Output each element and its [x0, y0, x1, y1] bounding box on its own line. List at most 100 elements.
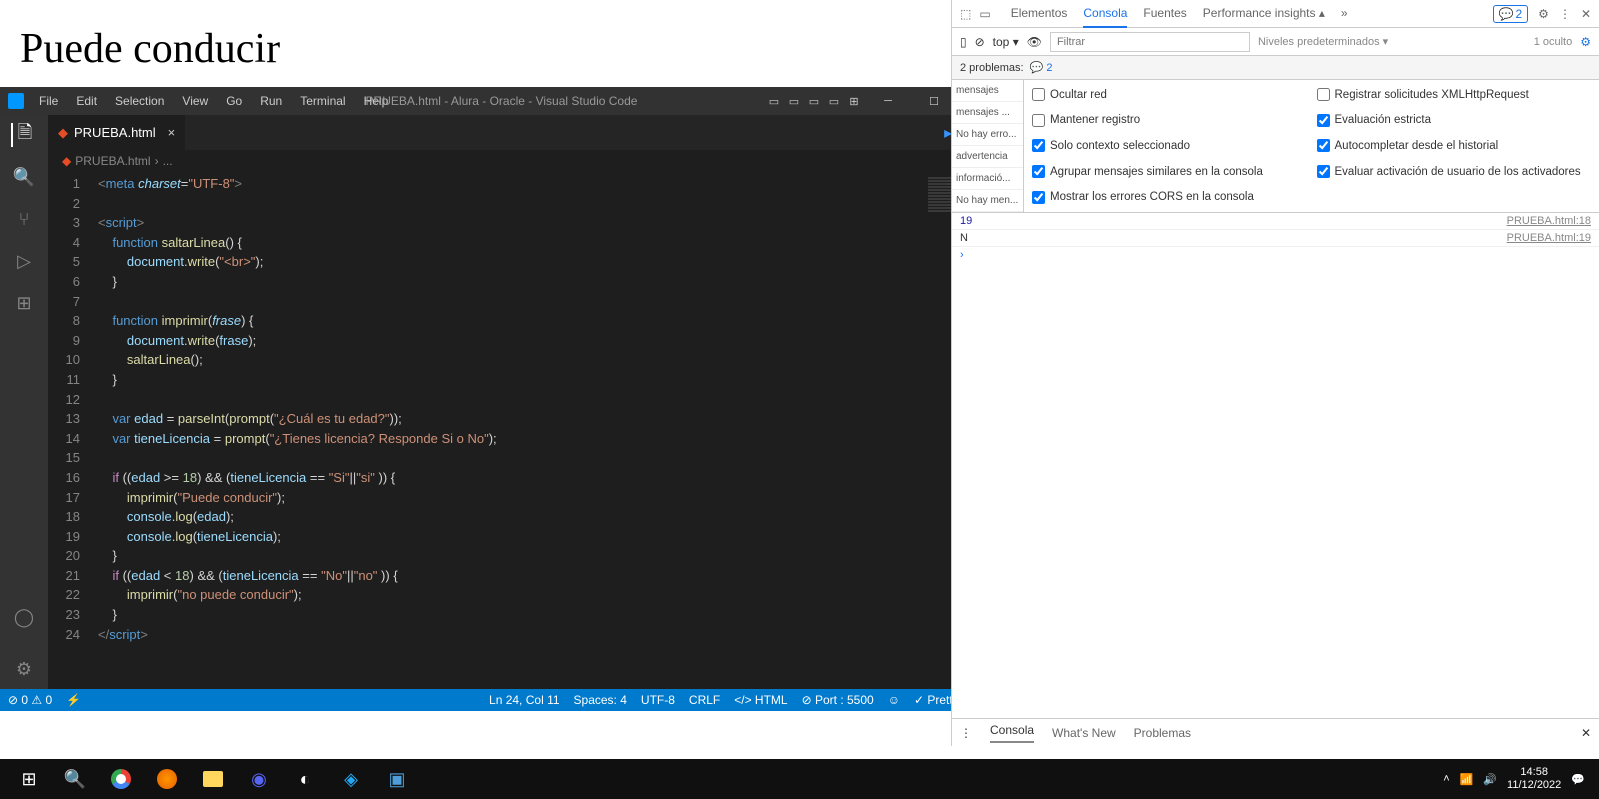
chk-autocomplete[interactable]: Autocompletar desde el historial	[1317, 135, 1592, 157]
hidden-count[interactable]: 1 oculto	[1534, 36, 1573, 48]
status-problems[interactable]: ⊘ 0 ⚠ 0	[8, 693, 52, 707]
clear-console-icon[interactable]: ⊘	[975, 35, 985, 49]
console-prompt[interactable]: ›	[952, 247, 1599, 263]
drawer-kebab-icon[interactable]: ⋮	[960, 726, 972, 740]
sidebar-item[interactable]: informació...	[952, 168, 1023, 190]
console-row: 19 PRUEBA.html:18	[952, 213, 1599, 230]
tray-notifications-icon[interactable]: 💬	[1571, 773, 1585, 786]
discord-icon[interactable]: ◉	[236, 759, 282, 799]
chk-group-similar[interactable]: Agrupar mensajes similares en la consola	[1032, 161, 1307, 183]
status-feedback-icon[interactable]: ☺	[888, 693, 900, 707]
code-editor[interactable]: 123456789101112131415161718192021222324 …	[48, 172, 1003, 689]
chk-eager-eval[interactable]: Evaluación estricta	[1317, 110, 1592, 132]
sidebar-item[interactable]: mensajes ...	[952, 102, 1023, 124]
layout-icon[interactable]: ⊞	[845, 92, 863, 110]
vscode-logo-icon	[8, 93, 24, 109]
terminal-icon[interactable]: ▣	[374, 759, 420, 799]
sidebar-item[interactable]: No hay men...	[952, 190, 1023, 212]
device-icon[interactable]: ▭	[979, 7, 990, 21]
message-count-badge[interactable]: 💬 2	[1493, 5, 1529, 23]
chk-user-activation[interactable]: Evaluar activación de usuario de los act…	[1317, 161, 1592, 183]
chk-cors-errors[interactable]: Mostrar los errores CORS en la consola	[1032, 186, 1307, 208]
firefox-icon[interactable]	[144, 759, 190, 799]
steam-icon[interactable]: ◐	[282, 759, 328, 799]
filter-input[interactable]	[1050, 32, 1250, 52]
drawer-tab-problems[interactable]: Problemas	[1134, 726, 1191, 740]
kebab-icon[interactable]: ⋮	[1559, 7, 1571, 21]
sidebar-toggle-icon[interactable]: ▯	[960, 35, 967, 49]
drawer-close-icon[interactable]: ✕	[1581, 726, 1591, 740]
settings-icon[interactable]: ⚙	[12, 657, 36, 681]
tab-elements[interactable]: Elementos	[1011, 0, 1068, 28]
status-cursor[interactable]: Ln 24, Col 11	[489, 693, 560, 707]
html-file-icon: ◆	[58, 125, 68, 141]
settings-icon[interactable]: ⚙	[1538, 7, 1549, 21]
menu-run[interactable]: Run	[253, 90, 289, 112]
tray-wifi-icon[interactable]: 📶	[1460, 773, 1474, 786]
layout-icon[interactable]: ▭	[805, 92, 823, 110]
tab-sources[interactable]: Fuentes	[1143, 0, 1186, 28]
chk-preserve-log[interactable]: Mantener registro	[1032, 110, 1307, 132]
breadcrumb[interactable]: ◆ PRUEBA.html › ...	[48, 150, 1003, 172]
console-output[interactable]: 19 PRUEBA.html:18 N PRUEBA.html:19 ›	[952, 213, 1599, 718]
status-eol[interactable]: CRLF	[689, 693, 720, 707]
console-settings-icon[interactable]: ⚙	[1580, 35, 1591, 49]
explorer-icon[interactable]	[190, 759, 236, 799]
console-settings-panel: mensajes mensajes ... No hay erro... adv…	[952, 80, 1599, 213]
menu-view[interactable]: View	[175, 90, 215, 112]
source-control-icon[interactable]: ⑂	[12, 207, 36, 231]
chrome-icon[interactable]	[98, 759, 144, 799]
vscode-icon[interactable]: ◈	[328, 759, 374, 799]
menu-file[interactable]: File	[32, 90, 65, 112]
start-button[interactable]: ⊞	[6, 759, 52, 799]
search-icon[interactable]: 🔍	[12, 165, 36, 189]
console-source-link[interactable]: PRUEBA.html:19	[1507, 232, 1591, 244]
vscode-titlebar[interactable]: File Edit Selection View Go Run Terminal…	[0, 87, 1003, 115]
console-source-link[interactable]: PRUEBA.html:18	[1507, 215, 1591, 227]
minimize-button[interactable]: ─	[865, 87, 911, 115]
drawer-tab-whatsnew[interactable]: What's New	[1052, 726, 1116, 740]
chk-log-xhr[interactable]: Registrar solicitudes XMLHttpRequest	[1317, 84, 1592, 106]
sidebar-item[interactable]: No hay erro...	[952, 124, 1023, 146]
inspect-icon[interactable]: ⬚	[960, 7, 971, 21]
window-title: PRUEBA.html - Alura - Oracle - Visual St…	[366, 94, 638, 108]
code-content[interactable]: <meta charset="UTF-8"> <script> function…	[98, 172, 1003, 689]
sidebar-item[interactable]: advertencia	[952, 146, 1023, 168]
layout-icon[interactable]: ▭	[765, 92, 783, 110]
status-liveserver[interactable]: ⊘ Port : 5500	[802, 693, 874, 707]
status-encoding[interactable]: UTF-8	[641, 693, 675, 707]
clock[interactable]: 14:58 11/12/2022	[1507, 766, 1561, 792]
tray-chevron-icon[interactable]: ˄	[1443, 773, 1449, 785]
chk-selected-context[interactable]: Solo contexto seleccionado	[1032, 135, 1307, 157]
tab-more[interactable]: »	[1341, 0, 1348, 28]
drawer-tab-console[interactable]: Consola	[990, 723, 1034, 743]
editor-tab[interactable]: ◆ PRUEBA.html ×	[48, 115, 186, 150]
accounts-icon[interactable]: ◯	[12, 605, 36, 629]
page-heading: Puede conducir	[20, 25, 280, 73]
layout-icon[interactable]: ▭	[825, 92, 843, 110]
search-icon[interactable]: 🔍	[52, 759, 98, 799]
run-debug-icon[interactable]: ▷	[12, 249, 36, 273]
explorer-icon[interactable]: 🗎	[11, 123, 35, 147]
menu-selection[interactable]: Selection	[108, 90, 171, 112]
status-language[interactable]: </> HTML	[734, 693, 787, 707]
live-expression-icon[interactable]: 👁	[1027, 35, 1042, 49]
close-tab-icon[interactable]: ×	[168, 125, 176, 140]
sidebar-item[interactable]: mensajes	[952, 80, 1023, 102]
tab-performance[interactable]: Performance insights ▴	[1203, 0, 1325, 28]
extensions-icon[interactable]: ⊞	[12, 291, 36, 315]
console-message: N	[960, 232, 1507, 244]
tab-console[interactable]: Consola	[1083, 0, 1127, 28]
menu-edit[interactable]: Edit	[69, 90, 104, 112]
status-spaces[interactable]: Spaces: 4	[574, 693, 627, 707]
layout-icon[interactable]: ▭	[785, 92, 803, 110]
menu-terminal[interactable]: Terminal	[293, 90, 352, 112]
tray-volume-icon[interactable]: 🔊	[1483, 773, 1497, 786]
context-selector[interactable]: top ▾	[993, 35, 1019, 49]
chk-hide-network[interactable]: Ocultar red	[1032, 84, 1307, 106]
close-devtools-icon[interactable]: ✕	[1581, 7, 1591, 21]
log-levels[interactable]: Niveles predeterminados ▾	[1258, 35, 1388, 48]
problems-bar[interactable]: 2 problemas: 💬 2	[952, 56, 1599, 80]
menu-go[interactable]: Go	[219, 90, 249, 112]
status-bolt-icon[interactable]: ⚡	[66, 693, 81, 707]
